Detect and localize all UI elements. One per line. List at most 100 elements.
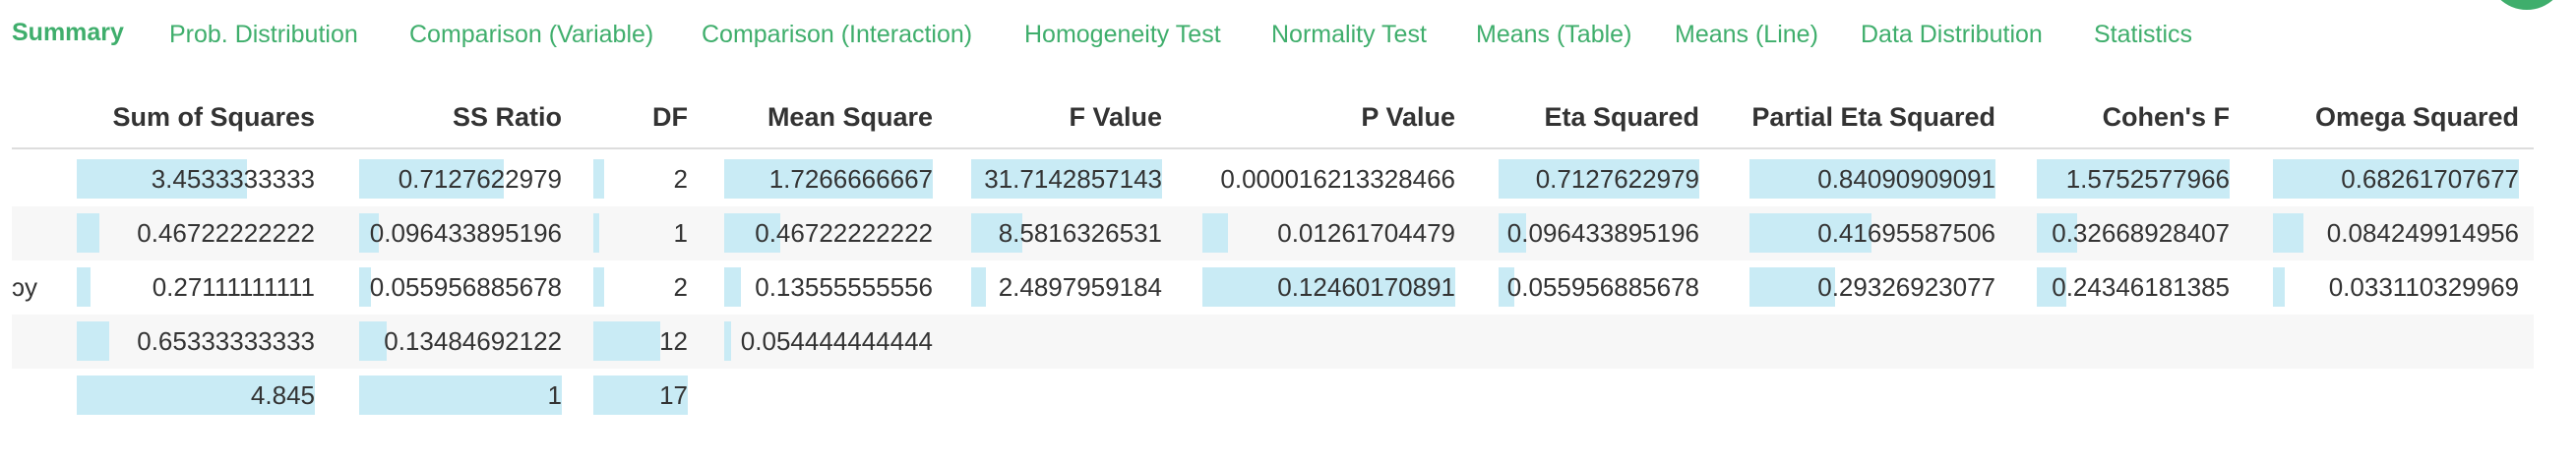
table-row: 3.4533333333 0.7127622979 2 1.7266666667 31.… [12,152,2534,206]
table-cell-eta-squared: 0.096433895196 [1499,206,1699,260]
tab-homogeneity-test[interactable]: Homogeneity Test [1024,18,1221,51]
tab-summary[interactable]: Summary [12,16,124,49]
cell-value: 12 [659,326,688,356]
table-cell-f-value: 2.4897959184 [971,260,1162,315]
table-cell-ss-ratio: 0.096433895196 [359,206,562,260]
cell-value: 17 [659,380,688,410]
table-cell-omega-squared: 0.033110329969 [2273,260,2519,315]
cell-value: 3.4533333333 [151,164,315,194]
table-cell-sum-of-squares: 0.46722222222 [77,206,315,260]
table-cell-mean-square: 0.46722222222 [724,206,933,260]
tab-means-table[interactable]: Means (Table) [1476,18,1631,51]
table-cell-ss-ratio: 0.055956885678 [359,260,562,315]
corner-badge[interactable] [2487,0,2566,10]
cell-value: 0.65333333333 [137,326,315,356]
cell-value: 0.29326923077 [1817,272,1995,302]
column-header-df[interactable]: DF [593,100,688,134]
cell-value: 2 [673,164,688,194]
cell-value: 0.41695587506 [1817,218,1995,248]
table-cell-partial-eta-squared: 0.29326923077 [1749,260,1995,315]
data-bar [593,213,599,253]
table-row: 0.46722222222 0.096433895196 1 0.4672222222… [12,206,2534,260]
cell-value: 0.13555555556 [755,272,933,302]
cell-value: 0.7127622979 [398,164,562,194]
column-header-f-value[interactable]: F Value [971,100,1162,134]
cell-value: 4.845 [250,380,315,410]
tab-comparison-variable[interactable]: Comparison (Variable) [409,18,653,51]
tab-comparison-interaction[interactable]: Comparison (Interaction) [702,18,972,51]
cell-value: 0.32668928407 [2052,218,2230,248]
data-bar [359,375,562,415]
cell-value: 0.13484692122 [384,326,562,356]
cell-value: 2 [673,272,688,302]
table-cell-f-value: 8.5816326531 [971,206,1162,260]
data-bar [2273,267,2285,307]
column-header-omega-squared[interactable]: Omega Squared [2273,100,2519,134]
table-cell-omega-squared: 0.084249914956 [2273,206,2519,260]
table-cell-f-value: 31.7142857143 [971,152,1162,206]
data-bar [593,267,604,307]
table-cell-partial-eta-squared: 0.41695587506 [1749,206,1995,260]
cell-value: 1 [547,380,562,410]
data-bar [77,213,99,253]
cell-value: 1 [673,218,688,248]
column-header-eta-squared[interactable]: Eta Squared [1499,100,1699,134]
cell-value: 8.5816326531 [998,218,1162,248]
cell-value: 0.096433895196 [369,218,562,248]
cell-value: 0.27111111111 [152,272,315,302]
tab-means-line[interactable]: Means (Line) [1675,18,1818,51]
cell-value: 1.5752577966 [2065,164,2230,194]
table-cell-mean-square: 0.054444444444 [724,315,933,369]
cell-value: 0.7127622979 [1535,164,1699,194]
table-cell-eta-squared: 0.055956885678 [1499,260,1699,315]
data-bar [724,267,741,307]
tab-normality-test[interactable]: Normality Test [1271,18,1427,51]
column-header-mean-square[interactable]: Mean Square [724,100,933,134]
cell-value: 0.055956885678 [369,272,562,302]
column-header-partial-eta-squared[interactable]: Partial Eta Squared [1749,100,1995,134]
table-row: ɔy 0.27111111111 0.055956885678 2 0.13555555… [12,260,2534,315]
table-cell-eta-squared: 0.7127622979 [1499,152,1699,206]
table-cell-cohen-s-f: 0.24346181385 [2037,260,2230,315]
header-divider [12,147,2534,149]
table-cell-p-value: 0.01261704479 [1202,206,1455,260]
data-bar [593,321,660,361]
data-bar [1202,213,1228,253]
cell-value: 31.7142857143 [984,164,1162,194]
table-cell-sum-of-squares: 3.4533333333 [77,152,315,206]
cell-value: 0.033110329969 [2328,272,2519,302]
column-header-cohen-s-f[interactable]: Cohen's F [2037,100,2230,134]
column-header-p-value[interactable]: P Value [1202,100,1455,134]
tab-data-distribution[interactable]: Data Distribution [1861,18,2043,51]
cell-value: 0.054444444444 [740,326,933,356]
tab-statistics[interactable]: Statistics [2094,18,2192,51]
cell-value: 0.084249914956 [2326,218,2519,248]
data-bar [77,267,91,307]
table-cell-p-value: 0.12460170891 [1202,260,1455,315]
table-row: 0.65333333333 0.13484692122 12 0.0544444444… [12,315,2534,369]
table-cell-df: 12 [593,315,688,369]
table-cell-df: 1 [593,206,688,260]
column-header-ss-ratio[interactable]: SS Ratio [359,100,562,134]
column-header-sum-of-squares[interactable]: Sum of Squares [77,100,315,134]
cell-value: 0.84090909091 [1817,164,1995,194]
table-cell-df: 2 [593,260,688,315]
cell-value: 1.7266666667 [768,164,933,194]
table-cell-mean-square: 0.13555555556 [724,260,933,315]
data-bar [359,321,387,361]
table-row: 4.845 1 17 [12,369,2534,423]
cell-value: 0.01261704479 [1277,218,1455,248]
table-cell-sum-of-squares: 4.845 [77,369,315,423]
tab-prob-distribution[interactable]: Prob. Distribution [169,18,358,51]
table-cell-cohen-s-f: 1.5752577966 [2037,152,2230,206]
table-cell-omega-squared: 0.68261707677 [2273,152,2519,206]
data-bar [971,267,986,307]
data-bar [724,321,731,361]
cell-value: 0.68261707677 [2341,164,2519,194]
table-cell-ss-ratio: 1 [359,369,562,423]
cell-value: 0.096433895196 [1506,218,1699,248]
cell-value: 0.055956885678 [1506,272,1699,302]
tab-bar: Summary Prob. Distribution Comparison (V… [0,0,2576,69]
table-cell-df: 17 [593,369,688,423]
cell-value: 0.46722222222 [137,218,315,248]
